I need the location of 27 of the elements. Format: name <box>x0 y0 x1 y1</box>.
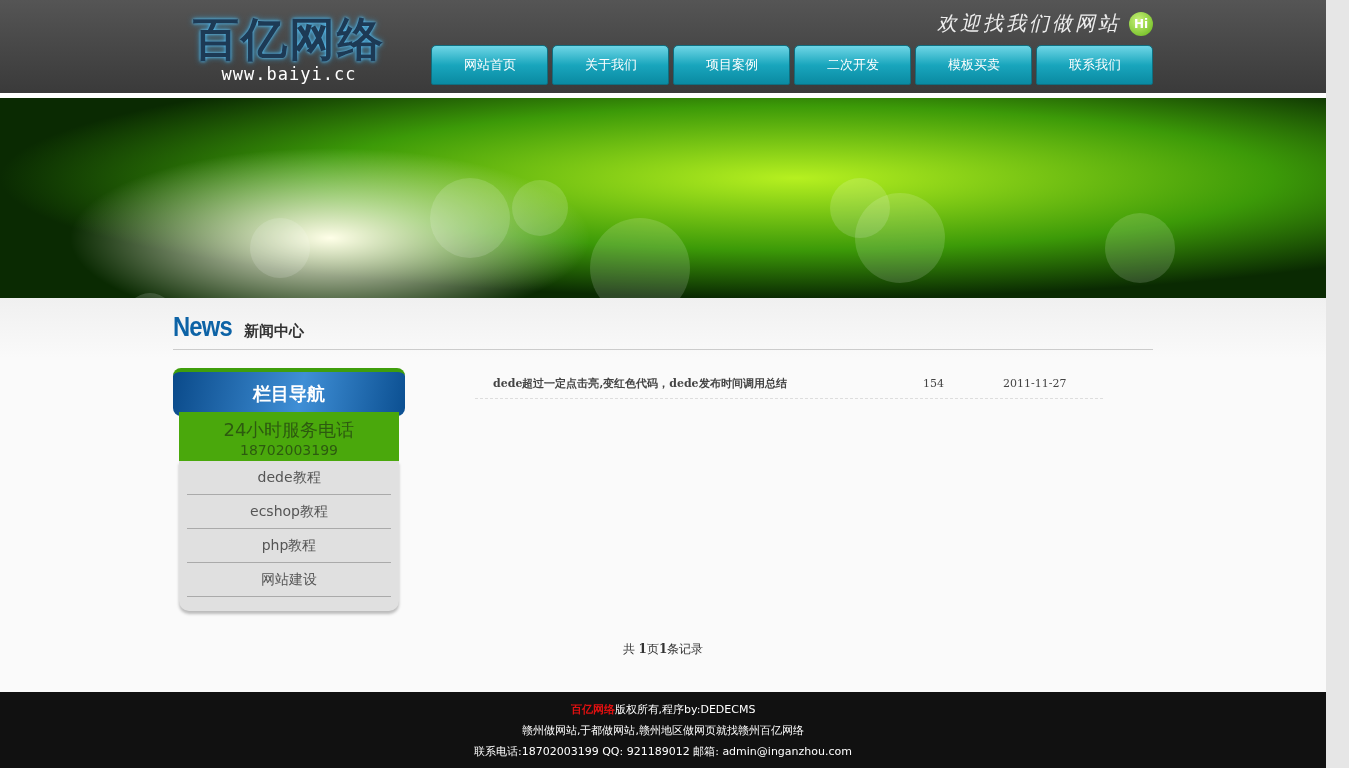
slogan: 欢迎找我们做网站 <box>937 10 1121 37</box>
logo-url: www.baiyi.cc <box>221 64 357 84</box>
sidebar-item[interactable]: 网站建设 <box>187 563 391 597</box>
article-date: 2011-11-27 <box>1003 376 1067 390</box>
section-title-english: News <box>173 313 232 341</box>
sidebar-item[interactable]: php教程 <box>187 529 391 563</box>
footer-text: 联系电话:18702003199 QQ: 921189012 邮箱: admin@inganzhou.com <box>474 743 852 759</box>
nav-link[interactable]: 联系我们 <box>1036 45 1153 85</box>
hi-badge: Hi <box>1129 11 1153 36</box>
footer-text: 赣州做网站,于都做网站,赣州地区做网页就找赣州百亿网络 <box>522 722 804 738</box>
nav-link[interactable]: 二次开发 <box>794 45 911 85</box>
logo-text: 百亿网络 <box>193 14 385 64</box>
footer-brand: 百亿网络 <box>570 701 615 717</box>
pagination-info: 共 1页1条记录 <box>621 641 705 658</box>
article-title[interactable]: dede超过一定点击亮,变红色代码，dede发布时间调用总结 <box>493 375 923 391</box>
hotline-label: 24小时服务电话 <box>223 418 355 442</box>
nav-link[interactable]: 网站首页 <box>431 45 548 85</box>
sidebar-item[interactable]: ecshop教程 <box>187 495 391 529</box>
article-hits: 154 <box>923 376 945 390</box>
sidebar-heading: 栏目导航 <box>173 368 405 416</box>
nav-link[interactable]: 模板买卖 <box>915 45 1032 85</box>
sidebar-item[interactable]: dede教程 <box>187 461 391 495</box>
footer-copyright: 版权所有,程序by:DEDECMS <box>614 701 756 717</box>
section-title: 新闻中心 <box>244 322 305 341</box>
hotline-phone: 18702003199 <box>240 442 338 458</box>
nav-link[interactable]: 项目案例 <box>673 45 790 85</box>
nav-link[interactable]: 关于我们 <box>552 45 669 85</box>
